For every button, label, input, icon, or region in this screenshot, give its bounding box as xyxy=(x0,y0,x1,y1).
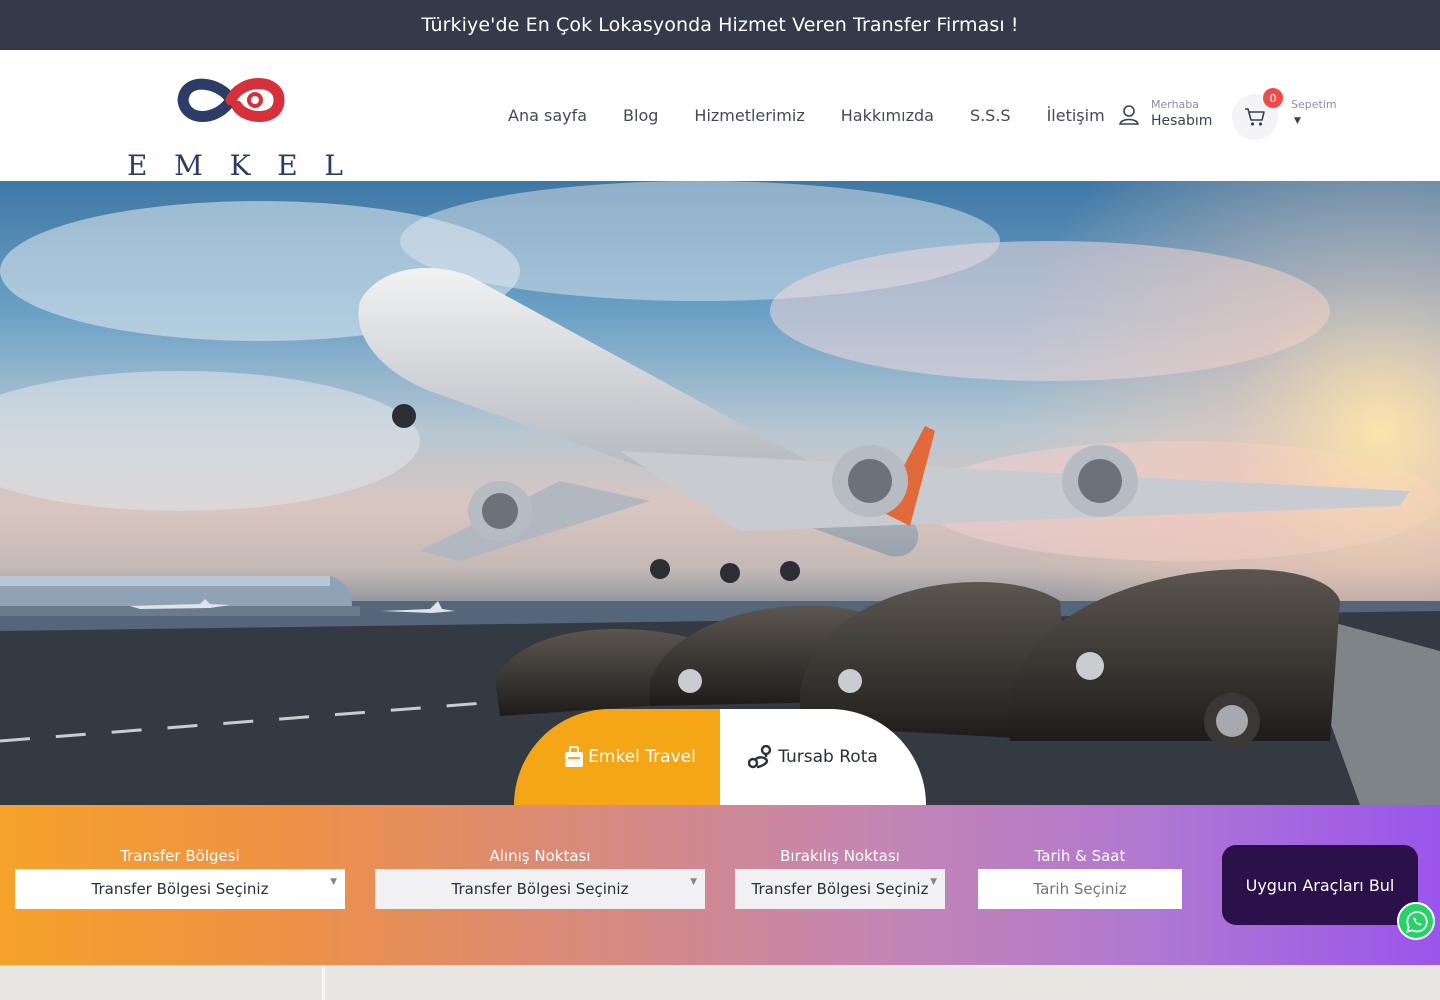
logo-letter: E xyxy=(277,149,298,182)
divider xyxy=(322,965,325,1000)
suitcase-icon xyxy=(564,746,584,768)
next-section-preview xyxy=(0,965,1440,1000)
tab-label: Tursab Rota xyxy=(778,747,878,767)
logo-letter: M xyxy=(174,149,203,182)
logo-letter: L xyxy=(324,149,343,182)
select-value: Transfer Bölgesi Seçiniz xyxy=(91,880,269,898)
pickup-point-select[interactable]: Transfer Bölgesi Seçiniz ▼ xyxy=(375,869,705,909)
whatsapp-icon xyxy=(1406,911,1428,933)
nav-item-faq[interactable]: S.S.S xyxy=(970,106,1011,125)
logo-letter: K xyxy=(229,149,251,182)
whatsapp-button[interactable] xyxy=(1397,902,1435,940)
date-time-input[interactable] xyxy=(978,869,1182,909)
chevron-down-icon[interactable]: ▼ xyxy=(1294,116,1301,126)
cart-count-badge: 0 xyxy=(1263,88,1283,108)
field-label-transfer-region: Transfer Bölgesi xyxy=(120,847,240,865)
nav-item-blog[interactable]: Blog xyxy=(623,106,658,125)
cart-label: Sepetim xyxy=(1291,98,1337,111)
account-label: Hesabım xyxy=(1151,113,1213,129)
account-greeting: Merhaba xyxy=(1151,98,1200,111)
nav-item-services[interactable]: Hizmetlerimiz xyxy=(694,106,804,125)
announcement-bar: Türkiye'de En Çok Lokasyonda Hizmet Vere… xyxy=(0,0,1440,50)
site-header: E M K E L Ana sayfa Blog Hizmetlerimiz H… xyxy=(0,50,1440,181)
logo[interactable]: E M K E L xyxy=(125,72,345,180)
field-label-dropoff: Bırakılış Noktası xyxy=(780,847,900,865)
chevron-down-icon: ▼ xyxy=(690,877,697,887)
announcement-text: Türkiye'de En Çok Lokasyonda Hizmet Vere… xyxy=(421,14,1019,36)
main-nav: Ana sayfa Blog Hizmetlerimiz Hakkımızda … xyxy=(508,106,1105,125)
user-icon xyxy=(1119,105,1139,125)
logo-letter: E xyxy=(127,149,148,182)
field-label-date-time: Tarih & Saat xyxy=(1034,847,1126,865)
dropoff-point-select[interactable]: Transfer Bölgesi Seçiniz ▼ xyxy=(735,869,945,909)
select-value: Transfer Bölgesi Seçiniz xyxy=(751,880,929,898)
route-icon xyxy=(748,745,774,769)
transfer-search-panel: Transfer Bölgesi Transfer Bölgesi Seçini… xyxy=(0,805,1440,965)
account-link[interactable]: Merhaba Hesabım xyxy=(1118,98,1218,134)
logo-wordmark: E M K E L xyxy=(125,152,345,180)
nav-item-contact[interactable]: İletişim xyxy=(1047,106,1105,125)
select-value: Transfer Bölgesi Seçiniz xyxy=(451,880,629,898)
find-vehicles-button[interactable]: Uygun Araçları Bul xyxy=(1222,845,1418,925)
chevron-down-icon: ▼ xyxy=(930,877,937,887)
transfer-region-select[interactable]: Transfer Bölgesi Seçiniz ▼ xyxy=(15,869,345,909)
cart-icon xyxy=(1245,108,1265,126)
tab-label: Emkel Travel xyxy=(588,747,696,767)
chevron-down-icon: ▼ xyxy=(330,877,337,887)
field-label-pickup: Alınış Noktası xyxy=(489,847,591,865)
nav-item-home[interactable]: Ana sayfa xyxy=(508,106,587,125)
infinity-logo-icon xyxy=(177,78,285,122)
nav-item-about[interactable]: Hakkımızda xyxy=(841,106,934,125)
